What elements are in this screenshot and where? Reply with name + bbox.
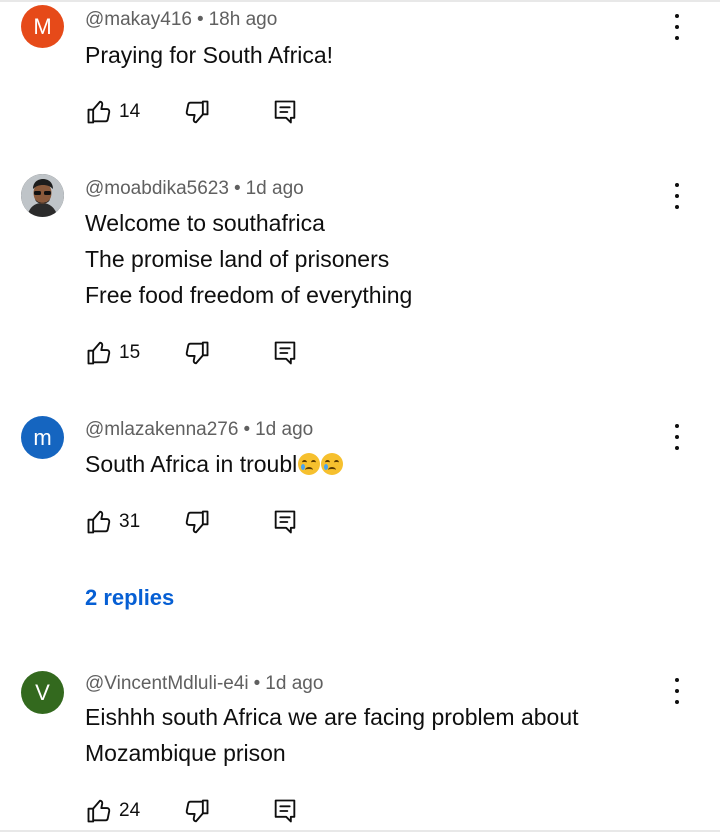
thumbs-down-icon xyxy=(185,799,209,823)
avatar[interactable]: V xyxy=(21,671,64,714)
meta-separator: • xyxy=(196,9,204,30)
comment-line: Eishhh south Africa we are facing proble… xyxy=(85,704,579,730)
reply-comment-icon xyxy=(274,799,296,823)
reply-comment-icon xyxy=(274,341,296,365)
comment-text: Welcome to southafrica The promise land … xyxy=(85,205,675,313)
comment-text: South Africa in troubl xyxy=(85,446,675,482)
like-count: 15 xyxy=(119,342,141,363)
comment-time: 1d ago xyxy=(245,178,304,199)
like-count: 14 xyxy=(119,101,141,122)
reply-comment-icon xyxy=(274,510,296,534)
thumbs-up-icon xyxy=(87,799,111,823)
comment-line: Praying for South Africa! xyxy=(85,42,334,68)
crying-face-icon xyxy=(321,453,344,475)
thumbs-up-icon xyxy=(87,510,111,534)
author-handle[interactable]: @VincentMdluli-e4i xyxy=(85,673,249,694)
author-handle[interactable]: @makay416 xyxy=(85,9,192,30)
thumbs-up-icon xyxy=(87,100,111,124)
comment-line: The promise land of prisoners xyxy=(85,246,390,272)
author-handle[interactable]: @moabdika5623 xyxy=(85,178,229,199)
like-button[interactable]: 14 xyxy=(85,97,140,127)
comment-line: Welcome to southafrica xyxy=(85,210,325,236)
comment-time: 1d ago xyxy=(255,419,314,440)
meta-separator: • xyxy=(253,673,261,694)
reply-button[interactable] xyxy=(271,507,299,537)
comment-time: 18h ago xyxy=(208,9,278,30)
like-button[interactable]: 31 xyxy=(85,507,140,537)
meta-separator: • xyxy=(233,178,241,199)
like-count: 31 xyxy=(119,511,141,532)
dislike-button[interactable] xyxy=(183,507,211,537)
thumbs-up-icon xyxy=(87,341,111,365)
avatar[interactable] xyxy=(21,174,64,217)
thumbs-down-icon xyxy=(185,341,209,365)
meta-separator: • xyxy=(243,419,251,440)
comment-meta: @moabdika5623 • 1d ago xyxy=(85,178,304,200)
comment-line: Free food freedom of everything xyxy=(85,282,413,308)
avatar-letter: V xyxy=(35,679,50,705)
comment-line: South Africa in troubl xyxy=(85,446,675,482)
reply-button[interactable] xyxy=(271,338,299,368)
comment-meta: @makay416 • 18h ago xyxy=(85,9,277,31)
comment-line: Mozambique prison xyxy=(85,740,286,766)
comment-text: Eishhh south Africa we are facing proble… xyxy=(85,699,675,771)
avatar-letter: M xyxy=(33,13,52,39)
avatar[interactable]: M xyxy=(21,5,64,48)
reply-button[interactable] xyxy=(271,796,299,826)
dislike-button[interactable] xyxy=(183,796,211,826)
dislike-button[interactable] xyxy=(183,97,211,127)
crying-face-icon xyxy=(298,453,321,475)
like-button[interactable]: 24 xyxy=(85,796,140,826)
comment-line-text: South Africa in troubl xyxy=(85,451,298,477)
top-divider xyxy=(0,0,720,2)
view-replies-link[interactable]: 2 replies xyxy=(85,585,174,611)
like-count: 24 xyxy=(119,800,141,821)
avatar[interactable]: m xyxy=(21,416,64,459)
comment-meta: @VincentMdluli-e4i • 1d ago xyxy=(85,673,323,695)
avatar-letter: m xyxy=(33,424,52,450)
avatar-photo-icon xyxy=(21,174,64,217)
reply-button[interactable] xyxy=(271,97,299,127)
thumbs-down-icon xyxy=(185,100,209,124)
comment-text: Praying for South Africa! xyxy=(85,37,675,73)
comment-meta: @mlazakenna276 • 1d ago xyxy=(85,419,313,441)
author-handle[interactable]: @mlazakenna276 xyxy=(85,419,238,440)
dislike-button[interactable] xyxy=(183,338,211,368)
comment-time: 1d ago xyxy=(265,673,324,694)
thumbs-down-icon xyxy=(185,510,209,534)
reply-comment-icon xyxy=(274,100,296,124)
like-button[interactable]: 15 xyxy=(85,338,140,368)
